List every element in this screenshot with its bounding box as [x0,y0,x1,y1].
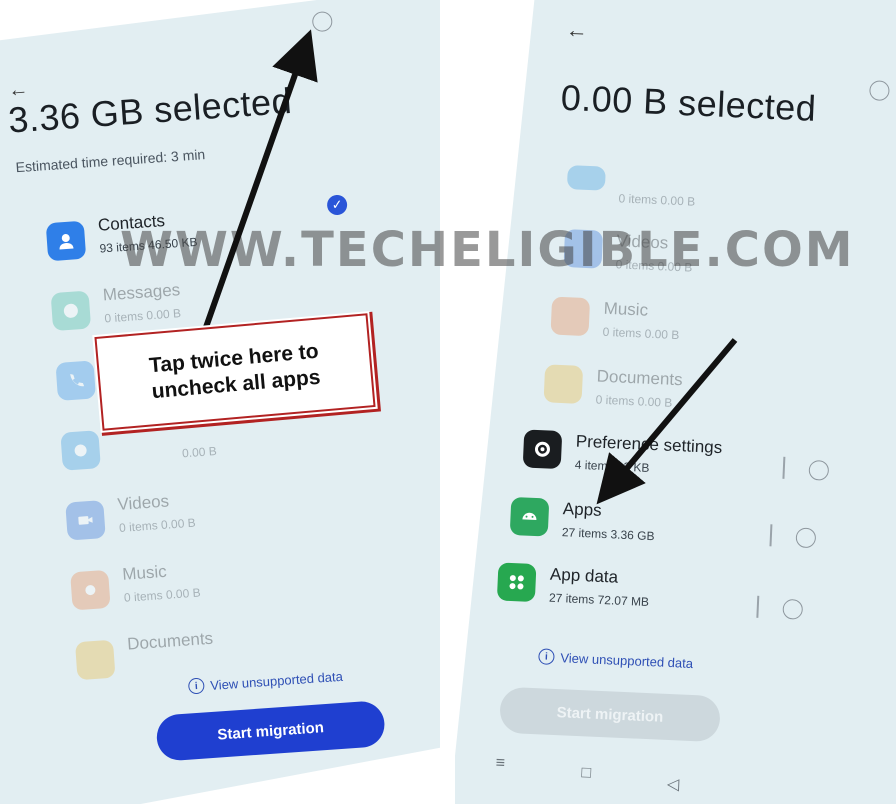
item-meta: 0 items 0.00 B [618,191,696,209]
documents-icon [543,364,584,404]
view-unsupported-link[interactable]: i View unsupported data [538,648,693,671]
item-meta: 0 items 0.00 B [595,392,673,410]
phone-icon [55,360,97,401]
item-name: Preference settings [575,431,723,458]
item-divider [782,456,786,479]
home-nav-icon[interactable]: □ [581,764,591,782]
preference-settings-radio[interactable] [808,459,830,481]
list-item-documents[interactable]: Documents [64,613,386,681]
item-meta: 27 items 3.36 GB [561,525,655,544]
app-data-radio[interactable] [782,598,804,620]
item-meta: 4 items 93 KB [574,457,650,475]
item-divider [769,524,773,547]
list-item-gallery[interactable]: 0 items 0.00 B [556,165,857,218]
item-name: Videos [116,491,170,515]
select-all-radio[interactable] [869,80,890,102]
list-item-preference-settings[interactable]: Preference settings 4 items 93 KB [512,425,830,498]
estimated-time: Estimated time required: 3 min [15,146,206,176]
info-icon: i [187,677,205,695]
item-meta: 0.00 B [181,444,218,461]
videos-icon [65,500,106,541]
item-meta: 0 items 0.00 B [123,585,202,605]
app-data-icon [496,562,537,603]
view-unsupported-label: View unsupported data [209,668,344,693]
right-phone-screen: ← 0.00 B selected 0 items 0.00 B Videos … [455,0,896,804]
watermark: WWW.TECHELIGIBLE.COM [120,222,855,278]
item-name: Music [603,298,649,320]
page-title: 0.00 B selected [559,76,818,129]
start-migration-label: Start migration [556,703,664,726]
list-item-documents[interactable]: Documents 0 items 0.00 B [533,360,835,433]
music-icon [70,569,111,611]
check-icon: ✓ [331,196,344,213]
start-migration-button[interactable]: Start migration [155,700,386,762]
item-name: Music [121,561,168,584]
item-meta: 27 items 72.07 MB [548,590,650,610]
list-item-music[interactable]: Music 0 items 0.00 B [540,292,842,365]
item-meta: 0 items 0.00 B [103,306,182,326]
music-icon [550,296,591,337]
view-unsupported-link[interactable]: i View unsupported data [187,668,344,695]
back-arrow-icon[interactable]: ← [565,17,588,44]
start-migration-button[interactable]: Start migration [499,686,721,743]
list-item-music[interactable]: Music 0 items 0.00 B [60,543,383,625]
gallery-icon [566,165,606,191]
messages-icon [50,290,92,332]
list-item-app-data[interactable]: App data 27 items 72.07 MB [486,558,804,631]
item-meta: 0 items 0.00 B [118,515,197,535]
menu-nav-icon[interactable]: ≡ [495,755,505,773]
back-nav-icon[interactable]: ◁ [667,774,680,795]
item-divider [756,595,760,618]
item-name: Documents [126,628,214,654]
contacts-icon [45,220,87,262]
android-icon [509,496,550,537]
item-meta: 0 items 0.00 B [602,324,680,343]
gear-icon [522,429,563,470]
apps-radio[interactable] [795,527,817,549]
select-all-radio[interactable] [311,10,333,33]
view-unsupported-label: View unsupported data [560,649,694,671]
item-name: Apps [562,499,603,520]
info-icon: i [538,648,555,665]
item-name: App data [549,564,619,587]
list-item-videos[interactable]: Videos 0 items 0.00 B [55,473,378,555]
contacts-checkbox[interactable]: ✓ [326,194,348,216]
item-name: Documents [596,366,684,390]
start-migration-label: Start migration [216,718,325,744]
list-item-apps[interactable]: Apps 27 items 3.36 GB [499,492,817,565]
documents-icon [74,639,116,681]
gallery-icon [60,430,101,471]
page-title: 3.36 GB selected [6,79,294,141]
item-name: Messages [102,280,181,305]
